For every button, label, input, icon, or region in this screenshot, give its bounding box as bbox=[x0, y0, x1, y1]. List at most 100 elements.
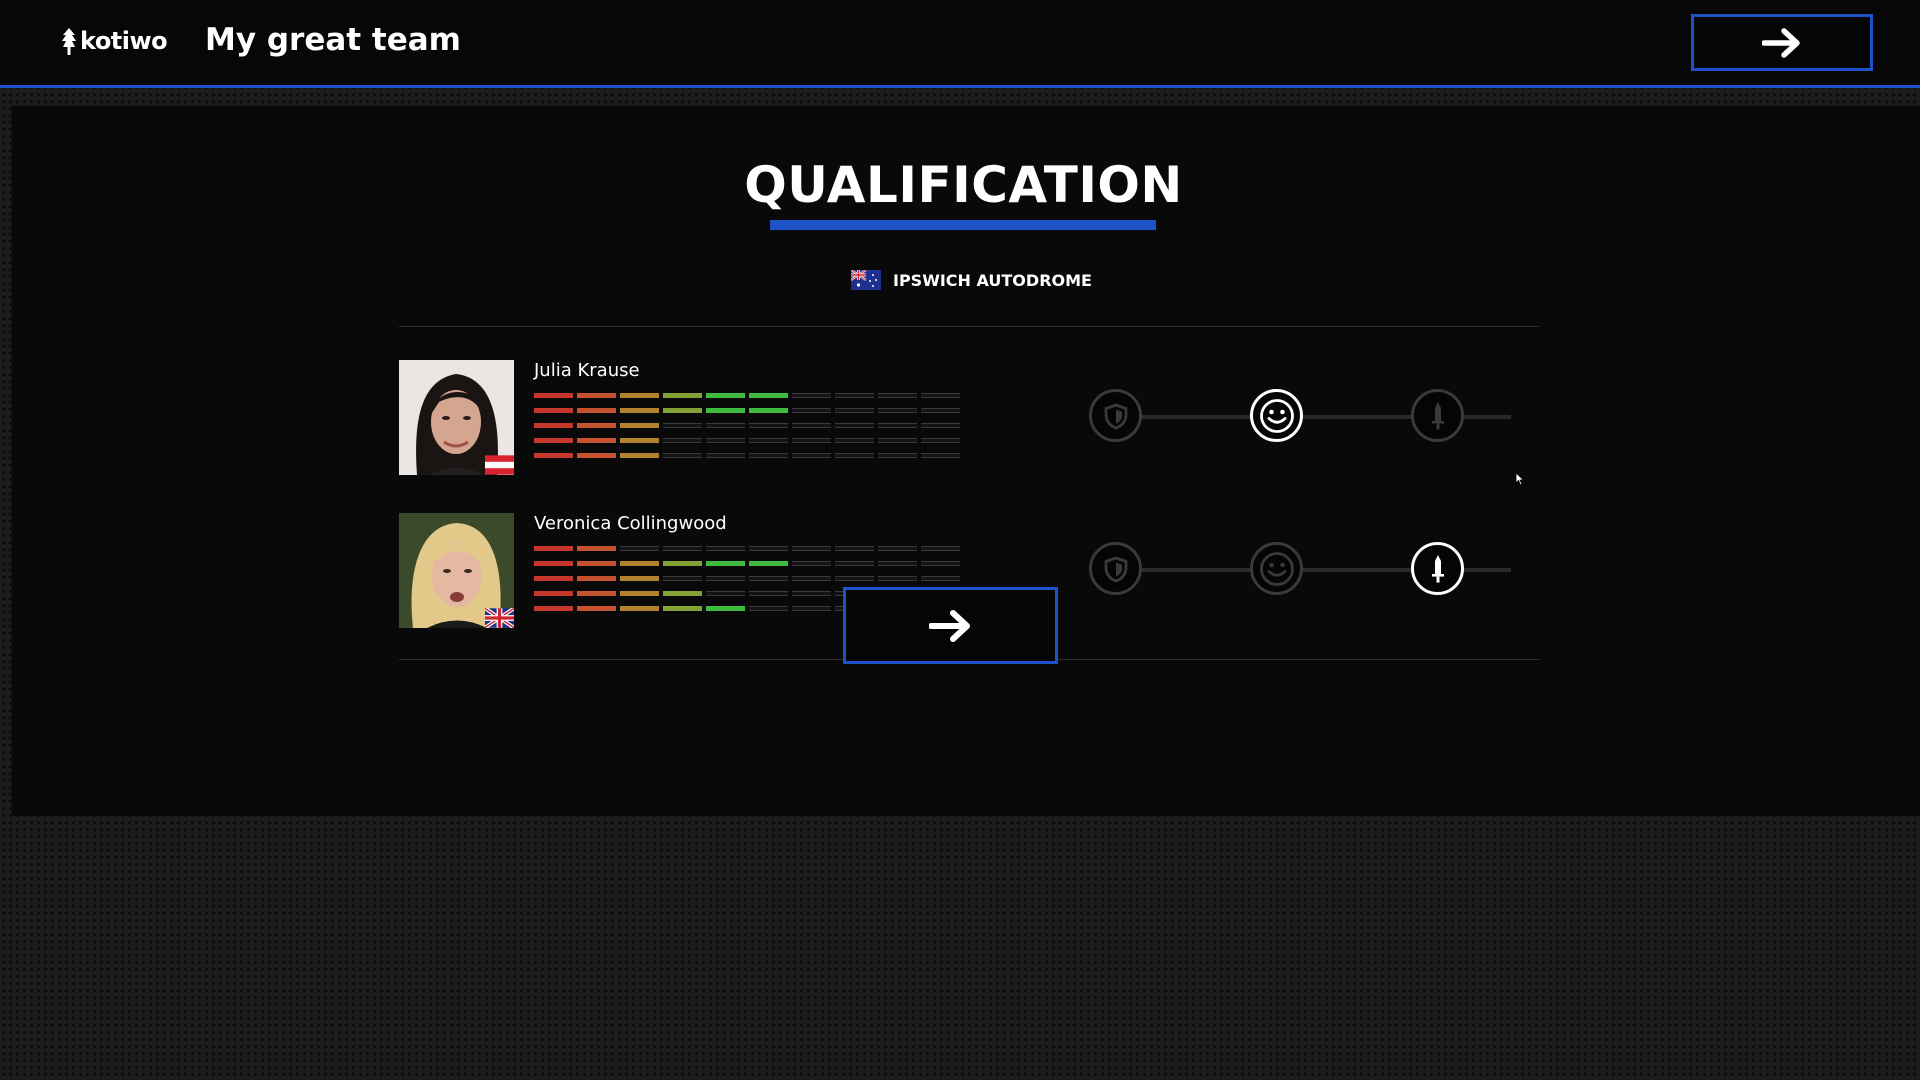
skill-segment-filled bbox=[534, 591, 573, 596]
skill-segment-empty bbox=[835, 393, 874, 398]
driver-name: Veronica Collingwood bbox=[534, 513, 727, 534]
skill-bar-row bbox=[534, 438, 964, 443]
header-next-button[interactable] bbox=[1691, 14, 1873, 71]
skill-bar-row bbox=[534, 408, 964, 413]
title-underline bbox=[770, 220, 1156, 230]
skill-segment-filled bbox=[620, 453, 659, 458]
skill-segment-empty bbox=[921, 408, 960, 413]
page-title: QUALIFICATION bbox=[744, 156, 1183, 214]
mode-defensive-button[interactable] bbox=[1089, 389, 1142, 442]
team-name: My great team bbox=[205, 22, 461, 58]
skill-segment-empty bbox=[878, 453, 917, 458]
skill-segment-empty bbox=[792, 591, 831, 596]
skill-segment-filled bbox=[534, 423, 573, 428]
skill-segment-filled bbox=[620, 438, 659, 443]
sword-icon bbox=[1431, 401, 1444, 430]
skill-segment-empty bbox=[792, 423, 831, 428]
skill-segment-empty bbox=[792, 408, 831, 413]
mode-neutral-button[interactable] bbox=[1250, 542, 1303, 595]
skill-segment-filled bbox=[663, 561, 702, 566]
skill-segment-empty bbox=[749, 438, 788, 443]
skill-segment-empty bbox=[706, 453, 745, 458]
skill-segment-empty bbox=[921, 393, 960, 398]
skill-segment-filled bbox=[620, 561, 659, 566]
skill-segment-filled bbox=[577, 453, 616, 458]
skill-segment-filled bbox=[749, 408, 788, 413]
skill-segment-filled bbox=[577, 576, 616, 581]
track-info: IPSWICH AUTODROME bbox=[851, 270, 1092, 290]
skill-segment-empty bbox=[706, 591, 745, 596]
skill-segment-empty bbox=[706, 576, 745, 581]
skill-segment-empty bbox=[792, 561, 831, 566]
mode-defensive-button[interactable] bbox=[1089, 542, 1142, 595]
divider-top bbox=[399, 326, 1539, 327]
skill-segment-empty bbox=[921, 546, 960, 551]
skill-segment-empty bbox=[878, 438, 917, 443]
skill-segment-filled bbox=[663, 393, 702, 398]
skill-segment-empty bbox=[835, 438, 874, 443]
skill-segment-filled bbox=[534, 393, 573, 398]
skill-segment-empty bbox=[663, 546, 702, 551]
skill-segment-empty bbox=[663, 423, 702, 428]
skill-segment-empty bbox=[749, 606, 788, 611]
driving-mode-selector bbox=[1089, 387, 1539, 447]
skill-segment-filled bbox=[749, 561, 788, 566]
skill-segment-empty bbox=[706, 423, 745, 428]
skill-segment-filled bbox=[577, 606, 616, 611]
skill-segment-empty bbox=[792, 546, 831, 551]
skill-segment-empty bbox=[835, 561, 874, 566]
skill-segment-filled bbox=[663, 606, 702, 611]
skill-segment-empty bbox=[663, 438, 702, 443]
skill-segment-filled bbox=[620, 591, 659, 596]
skill-segment-empty bbox=[835, 546, 874, 551]
skill-segment-empty bbox=[921, 438, 960, 443]
driver-avatar bbox=[399, 513, 514, 628]
skill-segment-filled bbox=[577, 438, 616, 443]
mode-attack-button[interactable] bbox=[1411, 542, 1464, 595]
skill-segment-empty bbox=[792, 438, 831, 443]
mode-attack-button[interactable] bbox=[1411, 389, 1464, 442]
track-name: IPSWICH AUTODROME bbox=[893, 270, 1092, 290]
skill-segment-filled bbox=[706, 561, 745, 566]
skill-segment-empty bbox=[749, 423, 788, 428]
sword-icon bbox=[1431, 554, 1444, 583]
uk-flag-icon bbox=[485, 608, 514, 628]
logo-text: kotiwo bbox=[80, 27, 168, 55]
skill-bar-row bbox=[534, 576, 964, 581]
australia-flag-icon bbox=[851, 270, 881, 290]
skill-segment-filled bbox=[534, 606, 573, 611]
arrow-right-icon bbox=[928, 609, 970, 642]
mouse-cursor-icon bbox=[1515, 472, 1525, 486]
skill-segment-empty bbox=[792, 453, 831, 458]
skill-segment-empty bbox=[835, 423, 874, 428]
skill-segment-filled bbox=[577, 393, 616, 398]
mode-neutral-button[interactable] bbox=[1250, 389, 1303, 442]
skill-segment-filled bbox=[577, 546, 616, 551]
skill-bar-row bbox=[534, 453, 964, 458]
skill-segment-filled bbox=[620, 606, 659, 611]
driver-avatar bbox=[399, 360, 514, 475]
shield-icon bbox=[1104, 403, 1127, 429]
skill-segment-filled bbox=[706, 606, 745, 611]
skill-bar-row bbox=[534, 546, 964, 551]
continue-button[interactable] bbox=[843, 587, 1058, 664]
driver-row: Julia Krause bbox=[399, 360, 1539, 475]
skill-segment-empty bbox=[921, 561, 960, 566]
skill-segment-empty bbox=[878, 546, 917, 551]
skill-segment-empty bbox=[706, 438, 745, 443]
skill-segment-filled bbox=[706, 393, 745, 398]
skill-bar-row bbox=[534, 393, 964, 398]
skill-segment-filled bbox=[620, 423, 659, 428]
skill-segment-empty bbox=[878, 393, 917, 398]
skill-segment-empty bbox=[878, 576, 917, 581]
skill-bars bbox=[534, 393, 964, 468]
skill-bar-row bbox=[534, 561, 964, 566]
skill-segment-empty bbox=[792, 393, 831, 398]
skill-segment-filled bbox=[577, 591, 616, 596]
skill-segment-empty bbox=[749, 591, 788, 596]
skill-segment-empty bbox=[878, 561, 917, 566]
smiley-icon bbox=[1259, 398, 1294, 433]
skill-segment-filled bbox=[534, 576, 573, 581]
skill-segment-empty bbox=[749, 453, 788, 458]
arrow-right-icon bbox=[1762, 27, 1800, 58]
